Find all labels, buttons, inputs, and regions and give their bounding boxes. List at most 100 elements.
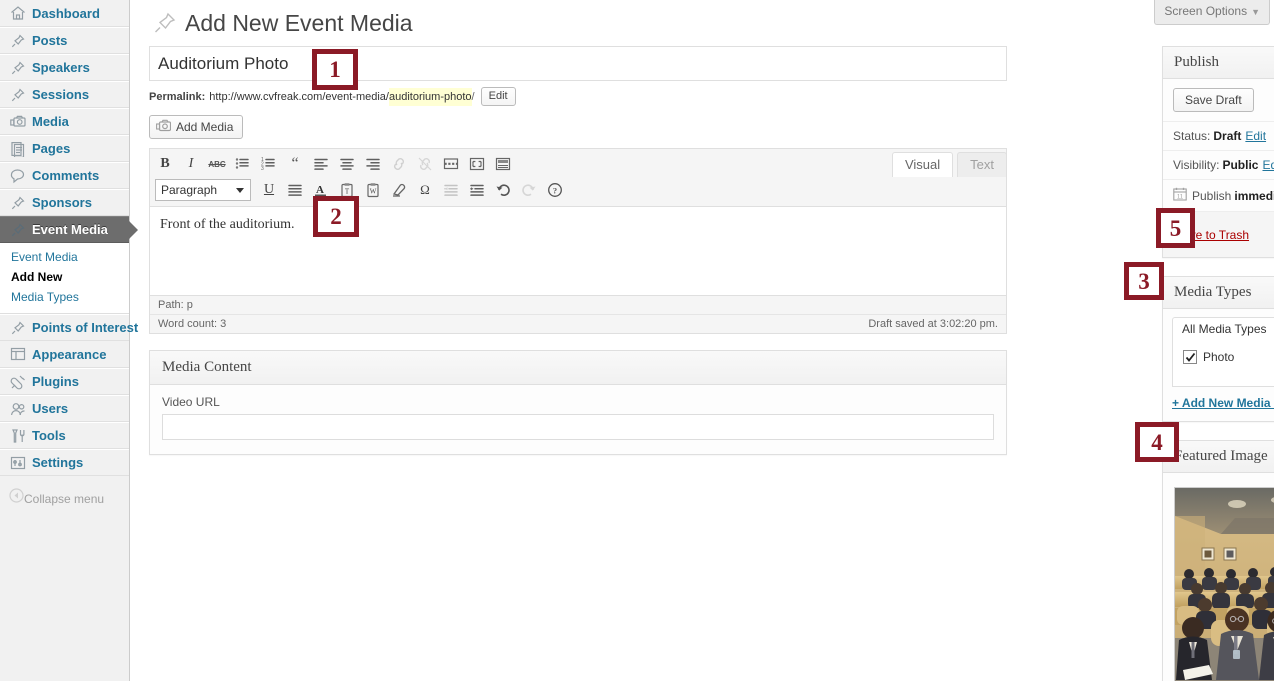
submenu-item-event-media[interactable]: Event Media [0,247,129,267]
media-types-box-title: Media Types [1163,277,1274,309]
annotation-badge-3: 3 [1124,262,1164,300]
users-icon [9,400,27,418]
editor-tab-visual[interactable]: Visual [892,152,953,177]
video-url-input[interactable] [162,414,994,440]
edit-status-link[interactable]: Edit [1245,129,1266,143]
word-count: Word count: 3 [158,318,226,330]
align-right-icon[interactable] [361,153,385,175]
collapse-menu-button[interactable]: Collapse menu [0,486,129,513]
media-types-tabs: All Media TypesMost Used [1163,309,1274,341]
calendar-icon: 11 [1173,187,1187,204]
editor-content-area[interactable]: Front of the auditorium. [150,207,1006,295]
featured-image-thumbnail[interactable] [1174,487,1274,681]
collapse-menu-label: Collapse menu [24,486,104,513]
save-draft-button[interactable]: Save Draft [1173,88,1254,112]
submenu-item-media-types[interactable]: Media Types [0,287,129,307]
post-body: Permalink: http://www.cvfreak.com/event-… [149,46,1007,455]
auditorium-photo [1175,488,1274,681]
sidebar-item-label: Settings [32,449,83,476]
bulleted-list-icon[interactable] [231,153,255,175]
sidebar-item-pages[interactable]: Pages [0,135,129,162]
main-content-area: Screen Options▼ Add New Event Media Perm… [131,0,1274,681]
undo-icon[interactable] [491,179,515,201]
sidebar-item-event-media[interactable]: Event Media [0,216,129,243]
indent-icon[interactable] [465,179,489,201]
status-row: Status: Draft Edit [1163,121,1274,150]
plug-icon [9,373,27,391]
page-header: Add New Event Media [149,8,413,38]
publish-minor-actions: Save Draft Preview [1163,79,1274,121]
pin-icon [9,59,27,77]
sidebar-item-media[interactable]: Media [0,108,129,135]
clear-formatting-icon[interactable] [387,179,411,201]
sidebar-item-speakers[interactable]: Speakers [0,54,129,81]
camera-icon [156,119,171,135]
sidebar-item-posts[interactable]: Posts [0,27,129,54]
editor-tab-text[interactable]: Text [957,152,1007,177]
add-new-media-type-link[interactable]: + Add New Media Type [1163,396,1274,421]
title-input[interactable] [150,47,1006,80]
paragraph-format-select[interactable]: Paragraph [155,179,251,201]
sidebar-item-users[interactable]: Users [0,395,129,422]
sidebar-item-dashboard[interactable]: Dashboard [0,0,129,27]
bold-icon[interactable]: B [153,153,177,175]
sidebar-item-plugins[interactable]: Plugins [0,368,129,395]
align-center-icon[interactable] [335,153,359,175]
permalink-trailing-slash: / [472,88,475,106]
special-character-icon[interactable]: Ω [413,179,437,201]
pin-icon [149,8,179,38]
insert-more-tag-icon[interactable] [439,153,463,175]
edit-visibility-link[interactable]: Edit [1262,158,1274,172]
page-title: Add New Event Media [185,8,413,38]
checkbox-icon[interactable] [1183,350,1197,364]
svg-text:11: 11 [1177,194,1184,200]
keyboard-shortcuts-icon[interactable]: ? [543,179,567,201]
sidebar-item-appearance[interactable]: Appearance [0,341,129,368]
sidebar-item-label: Tools [32,422,66,449]
add-media-button[interactable]: Add Media [149,115,243,139]
sidebar-item-label: Dashboard [32,0,100,27]
screen-options-button[interactable]: Screen Options▼ [1154,0,1270,25]
settings-icon [9,454,27,472]
featured-image-box-title: Featured Image [1163,441,1274,473]
edit-permalink-button[interactable]: Edit [481,87,516,106]
sidebar-item-tools[interactable]: Tools [0,422,129,449]
submenu-item-add-new[interactable]: Add New [0,267,129,287]
paste-from-word-icon[interactable]: W [361,179,385,201]
sidebar-item-label: Sessions [32,81,89,108]
underline-icon[interactable]: U [257,179,281,201]
chevron-down-icon [236,188,244,193]
tools-icon [9,427,27,445]
redo-icon [517,179,541,201]
distraction-free-icon[interactable] [465,153,489,175]
sidebar-item-label: Users [32,395,68,422]
sidebar-item-sessions[interactable]: Sessions [0,81,129,108]
media-type-term[interactable]: Photo [1183,350,1274,364]
comment-icon [9,167,27,185]
admin-menu-bottom: AppearancePluginsUsersToolsSettings [0,341,129,476]
permalink-label: Permalink: [149,88,205,106]
admin-sidebar: DashboardPostsSpeakersSessionsMediaPages… [0,0,130,681]
sidebar-item-label: Comments [32,162,99,189]
justify-icon[interactable] [283,179,307,201]
sidebar-item-settings[interactable]: Settings [0,449,129,476]
outdent-icon [439,179,463,201]
numbered-list-icon[interactable]: 123 [257,153,281,175]
unlink-icon [413,153,437,175]
sidebar-item-sponsors[interactable]: Sponsors [0,189,129,216]
italic-icon[interactable]: I [179,153,203,175]
media-types-tab-all-media-types[interactable]: All Media Types [1172,317,1274,342]
sidebar-item-label: Plugins [32,368,79,395]
sidebar-item-comments[interactable]: Comments [0,162,129,189]
dashboard-icon [9,4,27,22]
editor-counts: Word count: 3 Draft saved at 3:02:20 pm. [150,315,1006,333]
toggle-toolbar-icon[interactable] [491,153,515,175]
blockquote-icon[interactable]: “ [283,153,307,175]
strikethrough-icon[interactable]: ABC [205,153,229,175]
sidebar-item-points-of-interest[interactable]: Points of Interest [0,314,129,341]
media-content-title: Media Content [150,351,1006,385]
schedule-row: 11 Publish immediately Edit [1163,179,1274,211]
pages-icon [9,140,27,158]
align-left-icon[interactable] [309,153,333,175]
visibility-value: Public [1222,158,1258,172]
